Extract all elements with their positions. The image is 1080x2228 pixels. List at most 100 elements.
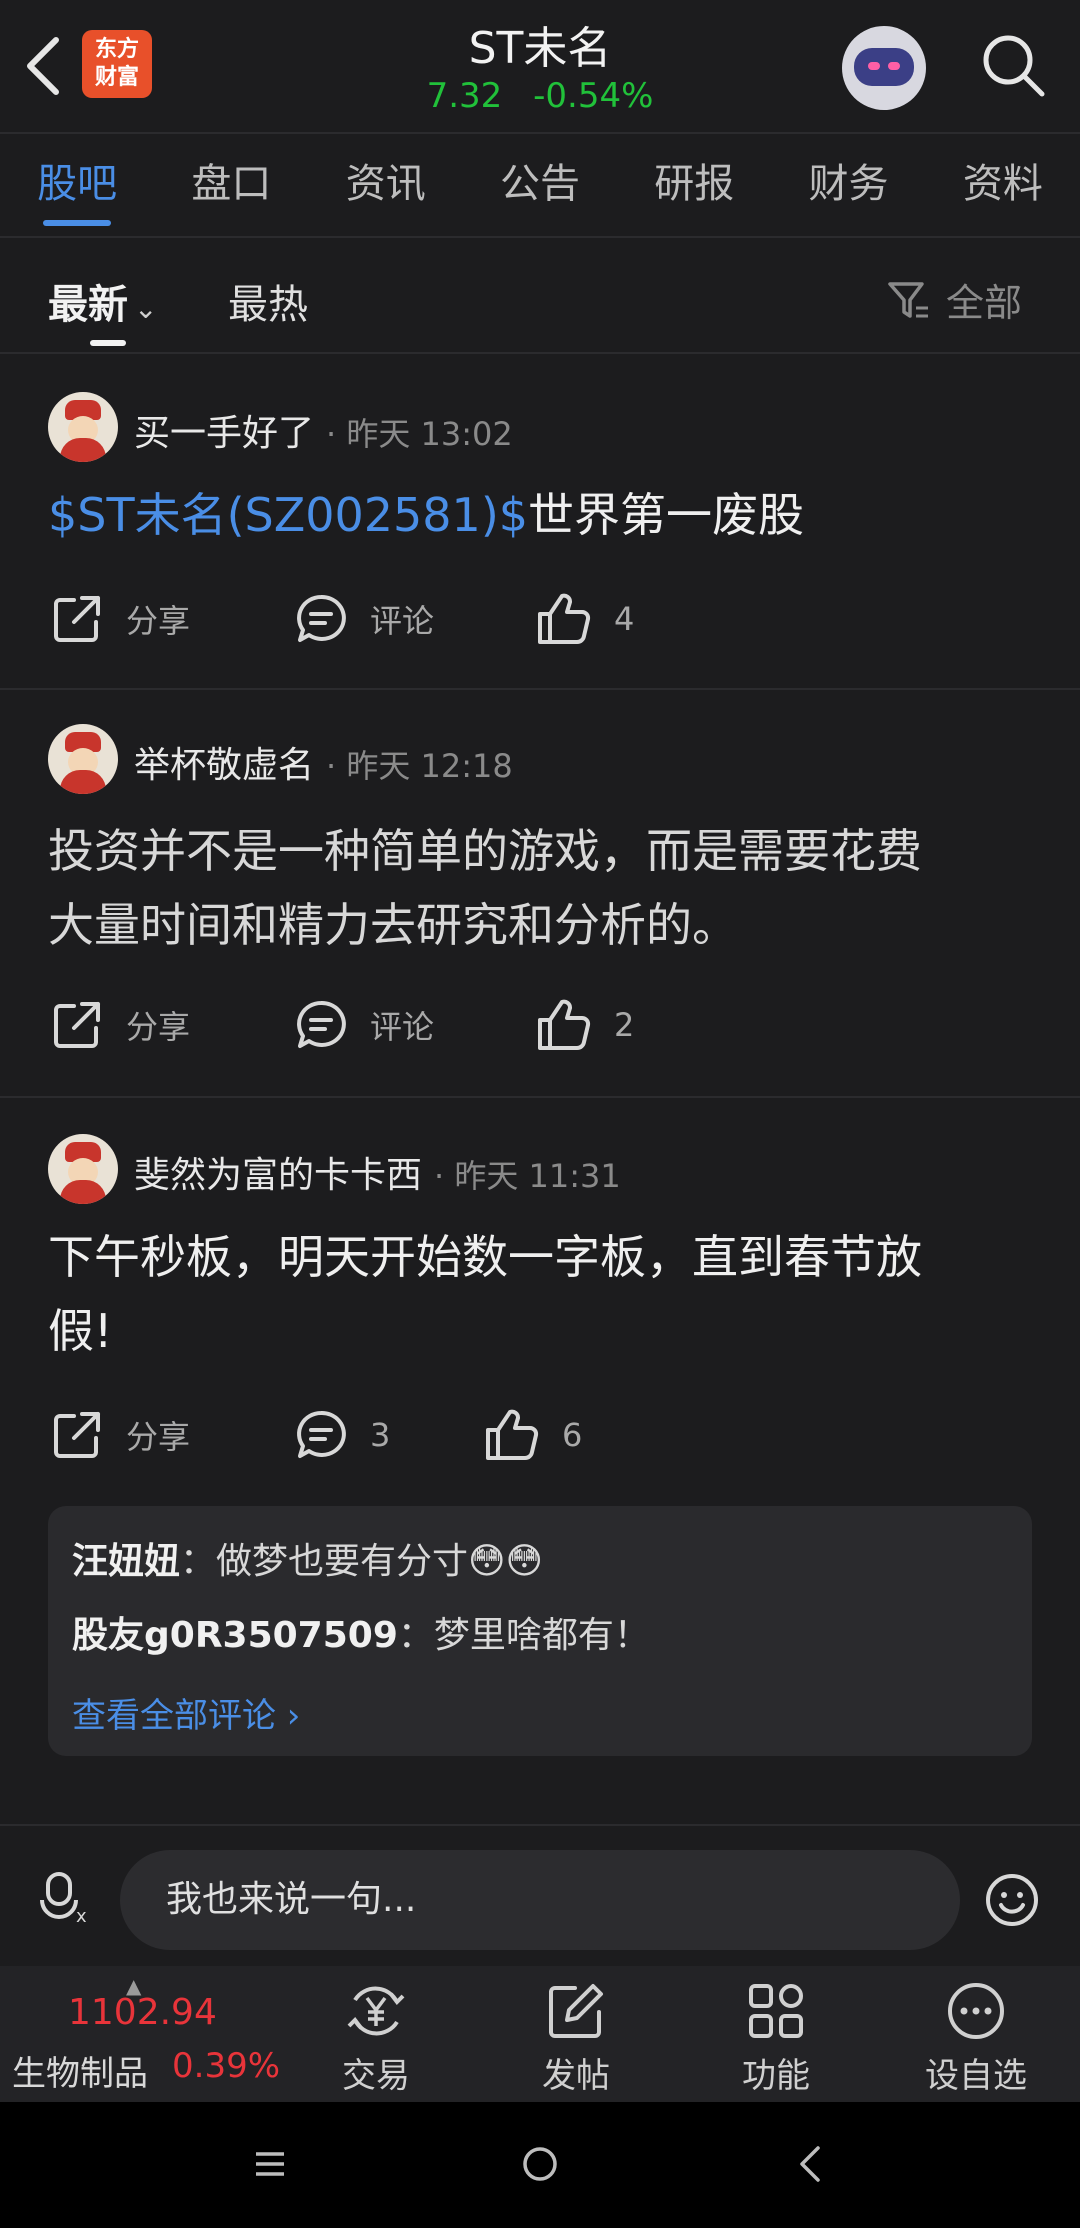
- sort-latest-label: 最新: [48, 282, 128, 328]
- like-button[interactable]: 2: [536, 998, 634, 1052]
- comment-button[interactable]: 评论: [294, 592, 434, 646]
- home-circle-icon[interactable]: [520, 2144, 560, 2184]
- comment-button[interactable]: 评论: [294, 998, 434, 1052]
- stock-price: 7.32: [426, 76, 503, 116]
- sort-hot-button[interactable]: 最热: [228, 272, 308, 330]
- reply-user[interactable]: 汪妞妞: [72, 1541, 180, 1582]
- nav-add-watchlist-label: 设自选: [925, 2056, 1027, 2096]
- post-author[interactable]: 买一手好了: [134, 404, 314, 456]
- post-meta: 斐然为富的卡卡西 · 昨天 11:31: [134, 1146, 621, 1198]
- post-card[interactable]: 举杯敬虚名 · 昨天 12:18 投资并不是一种简单的游戏，而是需要花费 大量时…: [0, 690, 1080, 1096]
- sort-bar: 最新 ⌄ 最热 全部: [0, 240, 1080, 352]
- svg-text:x: x: [76, 1906, 87, 1926]
- comment-button[interactable]: 3: [294, 1408, 390, 1462]
- tab-guba[interactable]: 股吧: [0, 134, 154, 234]
- like-count: 6: [562, 1416, 583, 1454]
- post-meta: 买一手好了 · 昨天 13:02: [134, 404, 513, 456]
- post-meta: 举杯敬虚名 · 昨天 12:18: [134, 736, 513, 788]
- post-author[interactable]: 斐然为富的卡卡西: [134, 1146, 422, 1198]
- post-text-line: 下午秒板，明天开始数一字板，直到春节放: [48, 1230, 922, 1284]
- comment-preview-box[interactable]: 汪妞妞：做梦也要有分寸😳😳 股友g0R3507509：梦里啥都有！ 查看全部评论…: [48, 1506, 1032, 1756]
- post-time: · 昨天 11:31: [434, 1157, 621, 1195]
- stock-title: ST未名: [468, 23, 612, 74]
- like-button[interactable]: 6: [484, 1408, 582, 1462]
- reply-item[interactable]: 汪妞妞：做梦也要有分寸😳😳: [72, 1532, 543, 1584]
- comment-input-bar: x 我也来说一句...: [0, 1826, 1080, 1966]
- tab-announcements[interactable]: 公告: [463, 134, 617, 234]
- like-count: 4: [614, 600, 635, 638]
- nav-post-label: 发帖: [542, 2056, 610, 2096]
- nav-trade[interactable]: 交易: [276, 1966, 476, 2102]
- voice-input-icon[interactable]: x: [40, 1870, 96, 1926]
- share-label: 分享: [126, 1418, 191, 1456]
- sort-latest-button[interactable]: 最新 ⌄: [48, 272, 157, 330]
- filter-button[interactable]: 全部: [886, 272, 1022, 327]
- comment-label: 评论: [370, 1008, 435, 1046]
- tab-news[interactable]: 资讯: [309, 134, 463, 234]
- system-back-icon[interactable]: [796, 2144, 824, 2184]
- back-arrow-icon[interactable]: [22, 34, 66, 98]
- nav-add-watchlist[interactable]: 设自选: [876, 1966, 1076, 2102]
- avatar[interactable]: [48, 724, 118, 794]
- post-time: · 昨天 13:02: [326, 415, 513, 453]
- reply-user[interactable]: 股友g0R3507509: [72, 1615, 398, 1656]
- tabs-divider: [0, 236, 1080, 238]
- logo-text-bottom: 财富: [94, 65, 139, 90]
- reply-text: ：梦里啥都有！: [397, 1615, 650, 1656]
- share-label: 分享: [126, 602, 191, 640]
- thumbs-up-icon: [538, 593, 591, 645]
- post-author[interactable]: 举杯敬虚名: [134, 736, 314, 788]
- post-text-line: 投资并不是一种简单的游戏，而是需要花费: [48, 824, 922, 878]
- nav-trade-label: 交易: [342, 2056, 410, 2096]
- like-count: 2: [614, 1006, 635, 1044]
- post-content[interactable]: 投资并不是一种简单的游戏，而是需要花费 大量时间和精力去研究和分析的。: [48, 814, 1038, 962]
- comment-input[interactable]: 我也来说一句...: [120, 1850, 960, 1950]
- comment-icon: [297, 1410, 346, 1458]
- comment-icon: [297, 1000, 346, 1048]
- nav-post[interactable]: 发帖: [476, 1966, 676, 2102]
- more-dots-icon: [948, 1983, 1004, 2039]
- post-content[interactable]: $ST未名(SZ002581)$世界第一废股: [48, 478, 1038, 552]
- post-text: 世界第一废股: [528, 488, 805, 542]
- sector-index-value: 1102.94: [68, 1992, 217, 2033]
- emoji-icon[interactable]: [984, 1872, 1040, 1928]
- share-icon: [54, 596, 100, 642]
- share-button[interactable]: 分享: [50, 1408, 190, 1462]
- filter-icon: [888, 281, 928, 318]
- like-button[interactable]: 4: [536, 592, 634, 646]
- comment-label: 评论: [370, 602, 435, 640]
- sector-name: 生物制品: [12, 2054, 148, 2094]
- tab-research[interactable]: 研报: [617, 134, 771, 234]
- search-icon[interactable]: [978, 30, 1048, 100]
- avatar[interactable]: [48, 1134, 118, 1204]
- robot-assistant-icon[interactable]: [842, 26, 926, 110]
- thumbs-up-icon: [486, 1409, 539, 1461]
- section-tabs: 股吧 盘口 资讯 公告 研报 财务 资料: [0, 134, 1080, 234]
- nav-functions[interactable]: 功能: [676, 1966, 876, 2102]
- sort-active-indicator: [90, 340, 126, 346]
- trade-yen-icon: [347, 1986, 405, 2036]
- share-button[interactable]: 分享: [50, 998, 190, 1052]
- share-button[interactable]: 分享: [50, 592, 190, 646]
- recent-apps-icon[interactable]: [252, 2146, 288, 2182]
- tab-finance[interactable]: 财务: [771, 134, 925, 234]
- tab-profile[interactable]: 资料: [926, 134, 1080, 234]
- share-icon: [54, 1412, 100, 1458]
- post-card[interactable]: 买一手好了 · 昨天 13:02 $ST未名(SZ002581)$世界第一废股 …: [0, 354, 1080, 688]
- avatar[interactable]: [48, 392, 118, 462]
- logo-text-top: 东方: [94, 37, 139, 62]
- system-nav-bar: [0, 2102, 1080, 2228]
- view-all-comments-link[interactable]: 查看全部评论 ›: [72, 1688, 300, 1737]
- app-logo[interactable]: 东方 财富: [82, 30, 152, 98]
- share-label: 分享: [126, 1008, 191, 1046]
- stock-link[interactable]: $ST未名(SZ002581)$: [48, 488, 528, 542]
- sector-index[interactable]: ▲ 1102.94 生物制品 0.39%: [0, 1966, 280, 2102]
- comment-count: 3: [370, 1416, 391, 1454]
- edit-post-icon: [549, 1984, 603, 2038]
- post-text-line: 大量时间和精力去研究和分析的。: [48, 898, 738, 952]
- tab-pankou[interactable]: 盘口: [154, 134, 308, 234]
- share-icon: [54, 1002, 100, 1048]
- stock-change: -0.54%: [533, 76, 654, 116]
- reply-item[interactable]: 股友g0R3507509：梦里啥都有！: [72, 1606, 650, 1658]
- post-content[interactable]: 下午秒板，明天开始数一字板，直到春节放 假!: [48, 1220, 1038, 1368]
